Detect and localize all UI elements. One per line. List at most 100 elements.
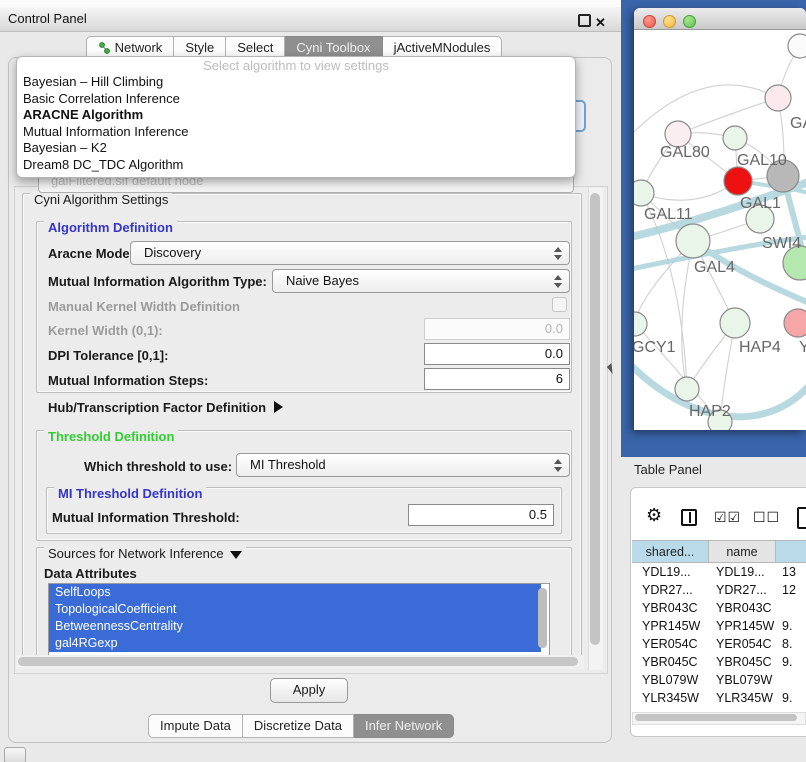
minimize-traffic-light-icon[interactable]	[663, 15, 676, 28]
table-panel-title: Table Panel	[634, 462, 702, 477]
node[interactable]	[788, 34, 806, 58]
node-gal4[interactable]	[676, 224, 710, 258]
combo-spinner-icon	[554, 275, 562, 289]
dropdown-item[interactable]: Bayesian – Hill Climbing	[17, 74, 575, 91]
data-attributes-list[interactable]: SelfLoops TopologicalCoefficient Between…	[48, 583, 550, 656]
mi-steps-field[interactable]: 6	[424, 368, 570, 390]
table-row[interactable]: YIL052CYIL052C9.	[630, 707, 806, 711]
settings-hscrollbar-thumb[interactable]	[18, 657, 578, 666]
node-label: Y	[799, 339, 806, 356]
table-row[interactable]: YDR27...YDR27...12	[630, 581, 806, 599]
collapsed-panel-button[interactable]	[4, 747, 26, 762]
table-row[interactable]: YBL079WYBL079W	[630, 671, 806, 689]
node-label: GAL1	[740, 195, 781, 212]
dropdown-item[interactable]: Dream8 DC_TDC Algorithm	[17, 157, 575, 174]
mi-threshold-label: Mutual Information Threshold:	[52, 510, 240, 525]
table-row[interactable]: YDL19...YDL19...13	[630, 563, 806, 581]
node-label: GAL4	[694, 259, 735, 276]
network-icon	[98, 41, 111, 54]
list-item[interactable]: gal4RGexp	[49, 635, 541, 652]
settings-vscrollbar-thumb[interactable]	[590, 193, 600, 645]
table-row[interactable]: YER054CYER054C8.	[630, 635, 806, 653]
node-label: GAL	[790, 115, 806, 132]
column-header-shared[interactable]: shared...	[632, 540, 709, 563]
list-item[interactable]: TopologicalCoefficient	[49, 601, 541, 618]
mi-type-combo[interactable]: Naive Bayes	[272, 269, 570, 293]
node-hap2[interactable]	[675, 377, 699, 401]
dpi-tolerance-field[interactable]: 0.0	[424, 343, 570, 365]
close-icon[interactable]: ✕	[595, 11, 606, 35]
dropdown-placeholder: Select algorithm to view settings	[17, 57, 575, 74]
node-hap4[interactable]	[720, 308, 750, 338]
node-salmon[interactable]	[784, 309, 806, 337]
gear-icon[interactable]: ⚙	[646, 505, 662, 526]
zoom-traffic-light-icon[interactable]	[683, 15, 696, 28]
aracne-mode-combo[interactable]: Discovery	[130, 241, 570, 265]
column-header-cut[interactable]	[776, 540, 806, 563]
sources-group-title[interactable]: Sources for Network Inference	[44, 547, 246, 561]
hub-section-toggle[interactable]: Hub/Transcription Factor Definition	[48, 400, 283, 415]
network-node-labels: GAL GAL80 GAL10 GAL1 GAL11 SWI4 GAL4 GCY…	[634, 115, 806, 420]
node-label: GAL80	[660, 144, 710, 161]
mi-type-label: Mutual Information Algorithm Type:	[48, 274, 267, 289]
node-gal1-red[interactable]	[724, 167, 752, 195]
table-row[interactable]: YPR145WYPR145W9.	[630, 617, 806, 635]
expand-right-icon	[274, 401, 283, 413]
node-label: SWI4	[762, 235, 801, 252]
kernel-width-field[interactable]: 0.0	[424, 318, 570, 340]
network-graph[interactable]: GAL GAL80 GAL10 GAL1 GAL11 SWI4 GAL4 GCY…	[634, 30, 806, 430]
dropdown-item[interactable]: Basic Correlation Inference	[17, 91, 575, 108]
combo-spinner-icon	[554, 459, 562, 473]
table-hscrollbar-thumb[interactable]	[635, 714, 797, 721]
mi-steps-label: Mutual Information Steps:	[48, 373, 208, 388]
which-threshold-combo[interactable]: MI Threshold	[236, 453, 570, 477]
document-icon[interactable]	[797, 507, 806, 529]
network-window-titlebar[interactable]	[634, 8, 806, 30]
combo-spinner-icon	[554, 247, 562, 261]
algorithm-definition-title: Algorithm Definition	[44, 221, 177, 235]
dpi-tolerance-label: DPI Tolerance [0,1]:	[48, 348, 168, 363]
manual-kernel-label: Manual Kernel Width Definition	[48, 299, 240, 314]
table-rows: YDL19...YDL19...13 YDR27...YDR27...12 YB…	[630, 563, 806, 711]
dropdown-item[interactable]: Mutual Information Inference	[17, 124, 575, 141]
mi-threshold-field[interactable]: 0.5	[408, 504, 554, 526]
mi-threshold-group-title: MI Threshold Definition	[54, 487, 206, 501]
table-row[interactable]: YBR045CYBR045C9.	[630, 653, 806, 671]
list-item[interactable]: SelfLoops	[49, 584, 541, 601]
checked-pair-icon[interactable]: ☑☑	[714, 509, 741, 526]
table-row[interactable]: YLR345WYLR345W9.	[630, 689, 806, 707]
node-gal10[interactable]	[723, 126, 747, 150]
tab-impute-data[interactable]: Impute Data	[148, 714, 243, 738]
apply-button[interactable]: Apply	[270, 678, 348, 703]
node-label: HAP2	[689, 403, 731, 420]
data-attributes-label: Data Attributes	[44, 566, 137, 581]
dropdown-item[interactable]: Bayesian – K2	[17, 140, 575, 157]
tab-discretize-data[interactable]: Discretize Data	[243, 714, 354, 738]
table-row[interactable]: YBR043CYBR043C	[630, 599, 806, 617]
tab-infer-network[interactable]: Infer Network	[354, 714, 454, 738]
node-label: GCY1	[634, 339, 676, 356]
node-gcy1[interactable]	[634, 312, 647, 336]
control-panel-title: Control Panel	[8, 7, 87, 31]
split-view-icon[interactable]	[681, 509, 697, 526]
dropdown-item-selected[interactable]: ARACNE Algorithm	[17, 107, 575, 124]
list-item[interactable]: BetweennessCentrality	[49, 618, 541, 635]
tab-network-label: Network	[115, 40, 163, 55]
which-threshold-label: Which threshold to use:	[84, 459, 232, 474]
node-gal[interactable]	[765, 85, 791, 111]
list-vscrollbar-thumb[interactable]	[538, 588, 547, 648]
node-label: HAP4	[739, 339, 781, 356]
float-window-icon[interactable]	[578, 14, 591, 27]
network-window[interactable]: GAL GAL80 GAL10 GAL1 GAL11 SWI4 GAL4 GCY…	[634, 8, 806, 430]
column-header-name[interactable]: name	[709, 540, 776, 563]
node-label: GAL10	[737, 152, 787, 169]
algorithm-dropdown-popup: Select algorithm to view settings Bayesi…	[16, 56, 576, 178]
cyni-settings-title: Cyni Algorithm Settings	[30, 193, 172, 207]
close-traffic-light-icon[interactable]	[643, 15, 656, 28]
screen: Control Panel ✕ Network Style Select Cyn…	[0, 0, 806, 762]
manual-kernel-checkbox[interactable]	[552, 297, 567, 312]
node-gal11[interactable]	[634, 180, 654, 206]
unchecked-pair-icon[interactable]: ☐☐	[753, 509, 780, 526]
control-panel-titlebar: Control Panel ✕	[0, 7, 622, 32]
expand-down-icon	[230, 551, 242, 559]
